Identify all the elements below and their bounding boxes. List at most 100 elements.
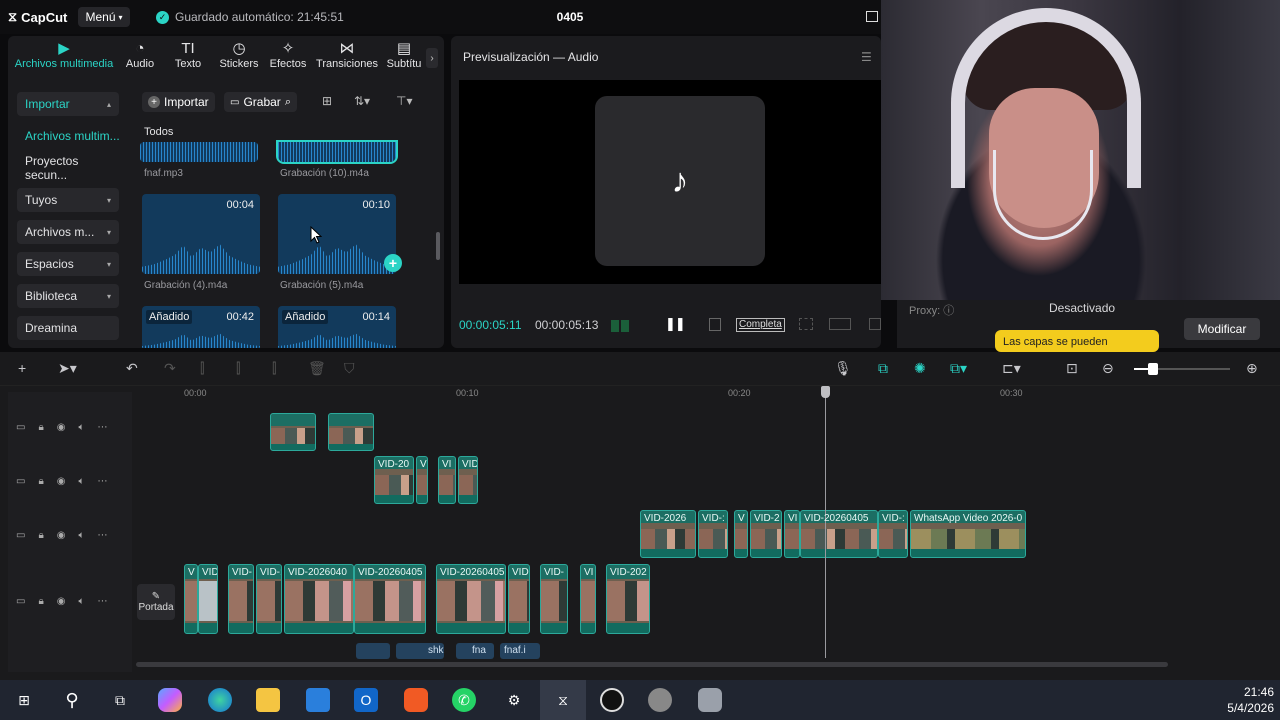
eye-icon[interactable]: ◉ [57,530,66,541]
store-icon[interactable] [306,688,330,712]
audio-clip[interactable]: fnaf.i [500,643,540,659]
sidebar-item-files[interactable]: Archivos m... ▾ [17,220,119,244]
timeline-clip[interactable]: VID-20260405 [800,510,878,558]
recorder-icon[interactable] [698,688,722,712]
playhead-handle[interactable] [821,386,830,398]
magnet-icon[interactable]: ✺ [914,360,926,377]
timeline-clip[interactable]: VID-202 [606,564,650,634]
sidebar-item-dreamina[interactable]: Dreamina [17,316,119,340]
redo-icon[interactable]: ↷ [164,360,176,377]
more-icon[interactable]: ⋯ [98,530,108,541]
outlook-icon[interactable]: O [354,688,378,712]
split-icon[interactable]: ⫿ [200,360,204,377]
capcut-taskbar-icon[interactable]: ⧖ [540,680,586,720]
timeline-clip[interactable] [270,413,316,451]
timeline-clip[interactable]: VID-2026 [640,510,696,558]
zoom-slider-handle[interactable] [1148,363,1158,375]
tab-transitions[interactable]: ⋈ Transiciones [314,40,380,76]
whatsapp-icon[interactable]: ✆ [452,688,476,712]
menu-button[interactable]: Menú ▾ [78,7,130,27]
sidebar-item-import[interactable]: Importar ▴ [17,92,119,116]
lock-icon[interactable]: 🔒︎ [38,422,43,433]
media-thumb-recording-5[interactable]: 00:10 [278,194,396,274]
split-right-icon[interactable]: ⫿ [272,360,276,377]
settings-gear-icon[interactable]: ⚙ [502,688,526,712]
grid-view-icon[interactable]: ⊞ [322,94,332,108]
import-button[interactable]: + Importar [142,92,215,112]
media-thumb-added-1[interactable]: Añadido 00:42 [142,306,260,348]
track-cover-icon[interactable]: ▭ [16,476,25,487]
search-icon[interactable]: ⚲ [60,688,84,712]
timeline-clip[interactable]: VID-2 [750,510,782,558]
caption-icon[interactable]: ⊡ [1066,360,1078,377]
tab-media[interactable]: ▶ Archivos multimedia [12,40,116,76]
eye-icon[interactable]: ◉ [57,596,66,607]
media-scrollbar[interactable] [436,232,440,260]
time-ruler[interactable]: 00:00 00:10 00:20 00:30 [184,388,1274,402]
tab-effects[interactable]: ✧ Efectos [268,40,308,76]
tab-stickers[interactable]: ◷ Stickers [216,40,262,76]
zoom-in-icon[interactable]: ⊕ [1246,360,1258,377]
modify-button[interactable]: Modificar [1184,318,1260,340]
tabs-scroll-right-button[interactable]: › [426,48,438,68]
copilot-icon[interactable] [158,688,182,712]
record-button[interactable]: ▭ Grabar ⌕ [224,92,297,112]
timeline-clip[interactable]: VID-20260405 [354,564,426,634]
hamburger-menu-icon[interactable]: ☰ [861,50,872,64]
sidebar-item-secondary-projects[interactable]: Proyectos secun... [17,154,129,182]
snap-icon[interactable]: ⧉▾ [950,360,967,377]
add-track-icon[interactable]: + [18,360,26,376]
windows-start-icon[interactable]: ⊞ [12,688,36,712]
track-cover-icon[interactable]: ▭ [16,530,25,541]
timeline-clip[interactable]: VID [198,564,218,634]
task-view-icon[interactable]: ⧉ [108,688,132,712]
delete-icon[interactable]: 🗑 [308,360,326,377]
sidebar-item-library[interactable]: Biblioteca ▾ [17,284,119,308]
eye-icon[interactable]: ◉ [57,422,66,433]
proxy-value[interactable]: Desactivado [1049,301,1115,315]
preview-axis-icon[interactable]: ⊏▾ [1002,360,1021,377]
add-to-timeline-button[interactable]: + [384,254,402,272]
audio-clip[interactable] [356,643,390,659]
timeline-clip[interactable]: VI [784,510,800,558]
timeline-clip[interactable]: VID- [228,564,254,634]
lock-icon[interactable]: 🔒︎ [38,476,43,487]
pause-button[interactable]: ❚❚ [665,316,686,332]
split-left-icon[interactable]: ⫿ [236,360,240,377]
timeline-clip[interactable]: VID-: [698,510,728,558]
edge-icon[interactable] [208,688,232,712]
timeline-clip[interactable]: VID-: [878,510,908,558]
obs-icon[interactable] [600,688,624,712]
shield-icon[interactable]: ⛉ [344,360,355,377]
sidebar-item-yours[interactable]: Tuyos ▾ [17,188,119,212]
screenshot-icon[interactable] [799,318,813,330]
app-icon[interactable] [648,688,672,712]
eye-icon[interactable]: ◉ [57,476,66,487]
lock-icon[interactable]: 🔒︎ [38,530,43,541]
speaker-icon[interactable]: 🔈︎ [79,476,85,487]
select-tool-icon[interactable]: ➤▾ [58,360,77,377]
timeline-clip[interactable]: V [184,564,198,634]
timeline-clip[interactable]: VID [458,456,478,504]
sort-icon[interactable]: ⇅▾ [354,94,370,108]
more-icon[interactable]: ⋯ [98,476,108,487]
timeline-clip[interactable] [328,413,374,451]
media-thumb-recording-4[interactable]: 00:04 [142,194,260,274]
audio-clip[interactable]: fna [456,643,494,659]
track-cover-icon[interactable]: ▭ [16,422,25,433]
timeline-scrollbar[interactable] [136,662,1168,667]
timeline-clip[interactable]: VI [438,456,456,504]
brave-icon[interactable] [404,688,428,712]
microphone-icon[interactable]: 🎙 [834,360,852,377]
more-icon[interactable]: ⋯ [98,422,108,433]
filter-icon[interactable]: ⊤▾ [396,94,412,108]
media-thumb-fnaf[interactable] [140,142,258,162]
undo-icon[interactable]: ↶ [126,360,138,377]
zoom-out-icon[interactable]: ⊖ [1102,360,1114,377]
ratio-icon[interactable] [829,318,851,330]
system-clock[interactable]: 21:46 5/4/2026 [1214,684,1274,716]
full-quality-button[interactable]: Completa [736,318,785,332]
timeline-clip[interactable]: VI [580,564,596,634]
crop-icon[interactable] [709,318,721,331]
tab-text[interactable]: TI Texto [170,40,206,76]
